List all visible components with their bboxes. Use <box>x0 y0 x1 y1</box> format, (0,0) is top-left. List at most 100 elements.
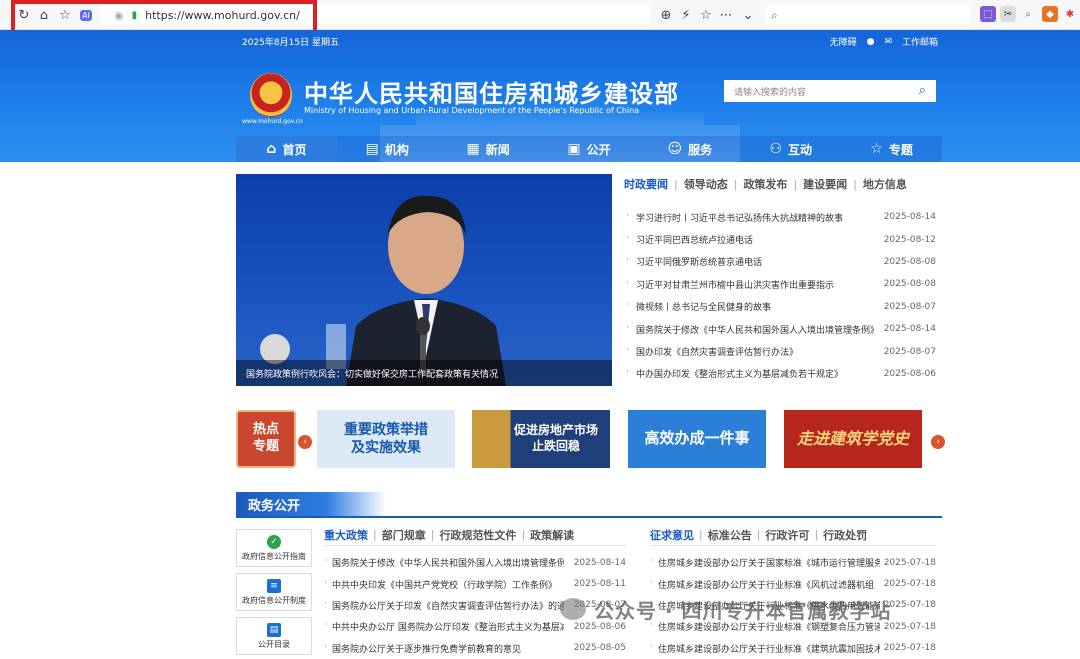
work-mail-link[interactable]: 工作邮箱 <box>902 35 938 48</box>
site-subtitle: Ministry of Housing and Urban-Rural Deve… <box>304 106 640 115</box>
ai-icon[interactable]: AI <box>76 5 96 25</box>
bookmark-star-icon[interactable]: ☆ <box>696 5 716 25</box>
scissors-icon[interactable]: ✂ <box>1000 6 1016 22</box>
browser-search-input[interactable]: ⌕ <box>765 5 970 25</box>
tab-policy[interactable]: 政策发布 <box>743 176 787 192</box>
tab-separator: | <box>793 177 798 191</box>
service-icon: ☺ <box>667 141 683 157</box>
more-icon[interactable]: ⋯ <box>716 5 736 25</box>
site-search-placeholder: 请输入搜索的内容 <box>734 87 807 98</box>
list-item[interactable]: 学习进行时丨习近平总书记弘扬伟大抗战精神的故事2025-08-14 <box>624 206 936 228</box>
extension-1-icon[interactable]: ⬚ <box>980 6 996 22</box>
address-bar[interactable]: ◉ ▮ https://www.mohurd.gov.cn/ <box>100 5 650 25</box>
nav-organization[interactable]: ▤ 机构 <box>337 136 438 162</box>
tab-interpretation[interactable]: 政策解读 <box>530 527 574 543</box>
zoom-icon[interactable]: ⊕ <box>656 5 676 25</box>
topic-card-policy[interactable]: 重要政策举措 及实施效果 <box>317 410 455 468</box>
national-emblem-icon <box>250 73 292 117</box>
weibo-icon[interactable]: ✉ <box>884 37 892 47</box>
reload-icon[interactable]: ↻ <box>14 5 34 25</box>
extension-grid-icon[interactable]: ✱ <box>1062 6 1078 22</box>
site-header: 2025年8月15日 星期五 无障碍 ● ✉ 工作邮箱 www.mohurd.g… <box>0 30 1080 162</box>
tab-separator: | <box>853 177 857 191</box>
tab-separator: | <box>814 528 819 541</box>
site-favicon-icon: ◉ <box>114 8 124 22</box>
tab-current-affairs[interactable]: 时政要闻 <box>624 176 668 192</box>
bolt-icon[interactable]: ⚡ <box>676 5 696 25</box>
tab-local[interactable]: 地方信息 <box>863 176 907 192</box>
tab-separator: | <box>756 528 761 541</box>
chevron-right-icon[interactable]: › <box>931 435 945 449</box>
news-panel: 时政要闻 | 领导动态 | 政策发布 | 建设要闻 | 地方信息 学习进行时丨习… <box>624 174 936 385</box>
site-url-text: www.mohurd.gov.cn <box>242 118 303 125</box>
tab-penalty[interactable]: 行政处罚 <box>823 527 867 543</box>
tab-normative-docs[interactable]: 行政规范性文件 <box>439 527 516 543</box>
list-item[interactable]: 习近平同巴西总统卢拉通电话2025-08-12 <box>624 228 936 250</box>
tab-standards[interactable]: 标准公告 <box>708 527 752 543</box>
chevron-down-icon[interactable]: ⌄ <box>738 5 758 25</box>
guide-icon: ✓ <box>267 534 281 549</box>
nav-interact[interactable]: ⚇ 互动 <box>740 136 841 162</box>
hero-caption[interactable]: 国务院政策例行吹风会：切实做好保交房工作配套政策有关情况 <box>236 360 612 386</box>
list-item[interactable]: 国务院关于修改《中华人民共和国外国人入境出境管理条例》…2025-08-14 <box>624 318 936 340</box>
list-item[interactable]: 国办印发《自然灾害调查评估暂行办法》2025-08-07 <box>624 340 936 362</box>
list-item[interactable]: 习近平对甘肃兰州市榆中县山洪灾害作出重要指示2025-08-08 <box>624 273 936 295</box>
nav-service[interactable]: ☺ 服务 <box>639 136 740 162</box>
hero-news-image[interactable]: 国务院政策例行吹风会：切实做好保交房工作配套政策有关情况 <box>236 174 612 386</box>
list-item[interactable]: 习近平同俄罗斯总统普京通电话2025-08-08 <box>624 251 936 273</box>
tab-consultation[interactable]: 征求意见 <box>650 527 694 543</box>
extension-fox-icon[interactable]: ◆ <box>1042 6 1058 22</box>
tab-construction[interactable]: 建设要闻 <box>803 176 847 192</box>
news-tabs: 时政要闻 | 领导动态 | 政策发布 | 建设要闻 | 地方信息 <box>624 174 936 194</box>
topic-card-history[interactable]: 走进建筑学党史 <box>784 410 922 468</box>
hot-topics-button[interactable]: 热点 专题 <box>236 410 296 468</box>
nav-public[interactable]: ▣ 公开 <box>539 136 640 162</box>
gov-section-header: 政务公开 <box>236 492 942 518</box>
list-item[interactable]: 中办国办印发《整治形式主义为基层减负若干规定》2025-08-06 <box>624 363 936 385</box>
newspaper-icon: ▦ <box>466 141 480 157</box>
list-item[interactable]: 中共中央印发《中国共产党党校（行政学院）工作条例》2025-08-11 <box>324 573 626 594</box>
tab-leaders[interactable]: 领导动态 <box>684 176 728 192</box>
home-icon[interactable]: ⌂ <box>34 5 54 25</box>
gov-info-rules-button[interactable]: ≡ 政府信息公开制度 <box>236 573 312 611</box>
list-item[interactable]: 国务院关于修改《中华人民共和国外国人入境出境管理条例…2025-08-14 <box>324 552 626 573</box>
site-search-input[interactable]: 请输入搜索的内容 ⌕ <box>724 80 936 102</box>
list-item[interactable]: 住房城乡建设部办公厅关于行业标准《风机过滤器机组（…2025-07-18 <box>650 573 936 594</box>
home-icon: ⌂ <box>266 141 277 157</box>
news-list: 学习进行时丨习近平总书记弘扬伟大抗战精神的故事2025-08-14 习近平同巴西… <box>624 206 936 385</box>
tab-separator: | <box>733 177 738 191</box>
building-icon: ▤ <box>365 141 379 157</box>
header-links: 无障碍 ● ✉ 工作邮箱 <box>830 35 938 49</box>
tab-separator: | <box>521 528 526 541</box>
topics-banner: 热点 专题 ‹ 重要政策举措 及实施效果 促进房地产市场 止跌回稳 高效办成一件… <box>236 408 948 470</box>
wechat-logo-icon <box>560 598 586 620</box>
wechat-icon[interactable]: ● <box>867 37 875 47</box>
address-text: https://www.mohurd.gov.cn/ <box>145 8 300 22</box>
speaker-photo <box>346 195 506 386</box>
policy-tabs: 重大政策 | 部门规章 | 行政规范性文件 | 政策解读 <box>324 528 626 546</box>
list-item[interactable]: 微视频丨总书记与全民健身的故事2025-08-07 <box>624 296 936 318</box>
topic-card-efficiency[interactable]: 高效办成一件事 <box>628 410 766 468</box>
list-item[interactable]: 国务院办公厅关于逐步推行免费学前教育的意见2025-08-05 <box>324 638 626 659</box>
catalog-button[interactable]: ▤ 公开目录 <box>236 617 312 655</box>
watermark: 公众号 · 四川专升本官属教学站 <box>560 594 892 624</box>
tab-major-policy[interactable]: 重大政策 <box>324 527 368 543</box>
gov-info-guide-button[interactable]: ✓ 政府信息公开指南 <box>236 529 312 567</box>
tab-separator: | <box>430 528 435 541</box>
topic-card-real-estate[interactable]: 促进房地产市场 止跌回稳 <box>472 410 610 468</box>
star-icon: ☆ <box>870 141 883 157</box>
main-nav: ⌂ 首页 ▤ 机构 ▦ 新闻 ▣ 公开 ☺ 服务 ⚇ 互动 ☆ 专题 <box>236 136 942 162</box>
search-icon[interactable]: ⌕ <box>919 83 926 98</box>
nav-special[interactable]: ☆ 专题 <box>841 136 942 162</box>
nav-news[interactable]: ▦ 新闻 <box>438 136 539 162</box>
tab-regulations[interactable]: 部门规章 <box>382 527 426 543</box>
extension-search-icon[interactable]: ⌕ <box>1020 6 1036 22</box>
chevron-left-icon[interactable]: ‹ <box>298 435 312 449</box>
gov-section-title: 政务公开 <box>236 492 386 516</box>
list-item[interactable]: 住房城乡建设部办公厅关于国家标准《城市运行管理服务…2025-07-18 <box>650 552 936 573</box>
list-item[interactable]: 住房城乡建设部办公厅关于行业标准《建筑抗震加固技术…2025-07-18 <box>650 638 936 659</box>
favorites-icon[interactable]: ☆ <box>55 5 75 25</box>
accessibility-link[interactable]: 无障碍 <box>830 35 857 48</box>
tab-licensing[interactable]: 行政许可 <box>765 527 809 543</box>
nav-home[interactable]: ⌂ 首页 <box>236 136 337 162</box>
